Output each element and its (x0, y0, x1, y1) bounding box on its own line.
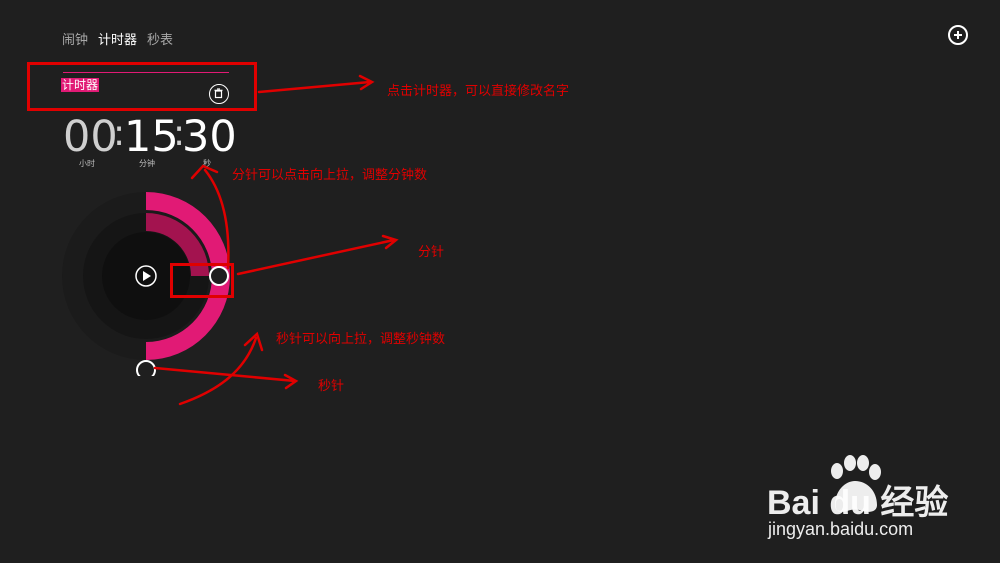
rename-annotation: 点击计时器，可以直接修改名字 (387, 84, 570, 99)
tab-alarm[interactable]: 闹钟 (62, 29, 88, 48)
second-hand-annotation: 秒针 (318, 379, 345, 394)
tab-bar: 闹钟 计时器 秒表 (62, 29, 173, 48)
watermark-url: jingyan.baidu.com (768, 519, 914, 539)
second-hand-handle[interactable] (136, 360, 156, 376)
baidu-watermark: Bai du 经验 jingyan.baidu.com (765, 455, 990, 545)
tab-timer[interactable]: 计时器 (98, 29, 137, 48)
seconds-value: 30 (182, 112, 237, 162)
hours-unit-label: 小时 (79, 159, 95, 168)
rename-arrow (257, 80, 372, 94)
minute-hand-arrowhead (381, 234, 399, 250)
seconds-unit-label: 秒 (203, 159, 211, 168)
rename-arrowhead (358, 74, 375, 91)
minutes-value: 15 (124, 112, 179, 162)
minutes-unit-label: 分钟 (139, 159, 155, 168)
second-drag-annotation: 秒针可以向上拉，调整秒钟数 (276, 332, 446, 347)
second-hand-arrowhead (283, 373, 299, 390)
minute-hand-arrow (236, 238, 396, 276)
minute-hand-annotation: 分针 (418, 245, 445, 260)
watermark-brand: Bai du 经验 (767, 484, 949, 522)
second-drag-arrowhead (243, 331, 264, 352)
minute-hand-highlight-box (170, 263, 234, 298)
tab-stopwatch[interactable]: 秒表 (147, 29, 173, 48)
hours-value: 00 (63, 112, 118, 162)
rename-highlight-box (27, 62, 257, 111)
add-timer-button[interactable] (948, 25, 968, 45)
minute-drag-annotation: 分针可以点击向上拉，调整分钟数 (232, 168, 428, 183)
